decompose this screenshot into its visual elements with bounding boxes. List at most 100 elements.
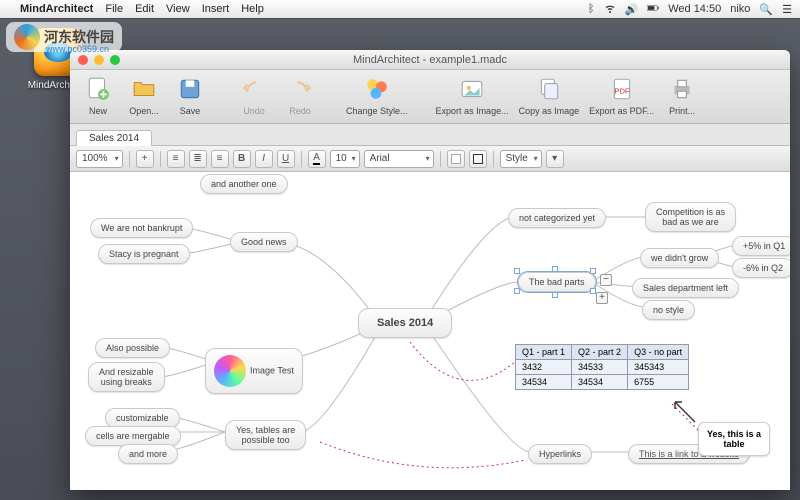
border-color-button[interactable] (469, 150, 487, 168)
node-mergable[interactable]: cells are mergable (85, 426, 181, 446)
node-q2-down[interactable]: -6% in Q2 (732, 258, 790, 278)
table-header[interactable]: Q1 - part 1 (516, 345, 572, 360)
node-cut-top[interactable]: and another one (200, 174, 288, 194)
table-cell[interactable]: 34533 (572, 360, 628, 375)
menubar-edit[interactable]: Edit (135, 3, 154, 15)
new-button-label: New (89, 106, 107, 116)
document-tab[interactable]: Sales 2014 (76, 130, 152, 146)
font-color-button[interactable]: A (308, 150, 326, 168)
redo-button[interactable]: Redo (282, 74, 318, 116)
style-combo[interactable]: Style (500, 150, 542, 168)
node-didnt-grow[interactable]: we didn't grow (640, 248, 719, 268)
app-window: MindArchitect - example1.madc New Open..… (70, 50, 790, 490)
wifi-icon[interactable] (604, 2, 616, 17)
window-titlebar[interactable]: MindArchitect - example1.madc (70, 50, 790, 70)
node-hyperlinks[interactable]: Hyperlinks (528, 444, 592, 464)
watermark-logo-icon (14, 24, 40, 50)
toolbar: New Open... Save Undo Redo Change Style.… (70, 70, 790, 124)
node-and-more[interactable]: and more (118, 444, 178, 464)
node-pregnant[interactable]: Stacy is pregnant (98, 244, 190, 264)
open-button-label: Open... (129, 106, 159, 116)
font-family-combo[interactable]: Arial (364, 150, 434, 168)
node-customizable[interactable]: customizable (105, 408, 180, 428)
battery-icon[interactable] (647, 2, 659, 17)
selection-handle[interactable] (552, 266, 558, 272)
selection-handle[interactable] (590, 268, 596, 274)
copy-image-button-label: Copy as Image (519, 106, 580, 116)
bluetooth-icon[interactable]: ᛒ (588, 3, 595, 15)
menubar-insert[interactable]: Insert (202, 3, 230, 15)
node-tables[interactable]: Yes, tables are possible too (225, 420, 306, 450)
menubar-file[interactable]: File (105, 3, 123, 15)
export-pdf-button[interactable]: PDF Export as PDF... (589, 74, 654, 116)
align-center-button[interactable]: ≣ (189, 150, 207, 168)
node-q1-up[interactable]: +5% in Q1 (732, 236, 790, 256)
selection-handle[interactable] (514, 288, 520, 294)
node-image-test[interactable]: Image Test (205, 348, 303, 394)
table-cell[interactable]: 3432 (516, 360, 572, 375)
table-cell[interactable]: 34534 (516, 375, 572, 390)
save-button[interactable]: Save (172, 74, 208, 116)
bold-button[interactable]: B (233, 150, 251, 168)
copy-image-button[interactable]: Copy as Image (519, 74, 580, 116)
table-cell[interactable]: 345343 (628, 360, 689, 375)
new-button[interactable]: New (80, 74, 116, 116)
change-style-button-label: Change Style... (346, 106, 408, 116)
add-node-button[interactable]: + (136, 150, 154, 168)
callout-table[interactable]: Yes, this is a table (698, 422, 770, 456)
menubar-clock[interactable]: Wed 14:50 (668, 3, 721, 15)
print-button[interactable]: Print... (664, 74, 700, 116)
change-style-button[interactable]: Change Style... (346, 74, 408, 116)
node-also-possible[interactable]: Also possible (95, 338, 170, 358)
style-dropdown-button[interactable]: ▾ (546, 150, 564, 168)
mindmap-table[interactable]: Q1 - part 1 Q2 - part 2 Q3 - no part 343… (515, 344, 689, 390)
open-button[interactable]: Open... (126, 74, 162, 116)
node-not-categorized[interactable]: not categorized yet (508, 208, 606, 228)
font-size-combo[interactable]: 10 (330, 150, 360, 168)
node-center[interactable]: Sales 2014 (358, 308, 452, 338)
align-right-button[interactable]: ≡ (211, 150, 229, 168)
export-image-button[interactable]: Export as Image... (436, 74, 509, 116)
menubar-app[interactable]: MindArchitect (20, 3, 93, 15)
align-left-button[interactable]: ≡ (167, 150, 185, 168)
selection-handle[interactable] (514, 268, 520, 274)
table-cell[interactable]: 6755 (628, 375, 689, 390)
node-competition[interactable]: Competition is as bad as we are (645, 202, 736, 232)
print-button-label: Print... (669, 106, 695, 116)
table-header[interactable]: Q3 - no part (628, 345, 689, 360)
tab-strip: Sales 2014 (70, 124, 790, 146)
collapse-toggle[interactable]: − (600, 274, 612, 286)
window-title: MindArchitect - example1.madc (70, 54, 790, 66)
menubar-help[interactable]: Help (241, 3, 264, 15)
menu-extras-icon[interactable]: ☰ (782, 3, 792, 16)
table-header[interactable]: Q2 - part 2 (572, 345, 628, 360)
node-no-style[interactable]: no style (642, 300, 695, 320)
node-sales-left[interactable]: Sales department left (632, 278, 739, 298)
format-bar: 100% + ≡ ≣ ≡ B I U A 10 Arial Style ▾ (70, 146, 790, 172)
zoom-combo[interactable]: 100% (76, 150, 123, 168)
node-not-bankrupt[interactable]: We are not bankrupt (90, 218, 193, 238)
node-resizable[interactable]: And resizable using breaks (88, 362, 165, 392)
volume-icon[interactable]: 🔊 (625, 3, 639, 16)
fill-color-button[interactable] (447, 150, 465, 168)
colorwheel-icon (214, 355, 246, 387)
node-good-news[interactable]: Good news (230, 232, 298, 252)
spotlight-icon[interactable]: 🔍 (759, 3, 773, 16)
node-bad-parts[interactable]: The bad parts (518, 272, 596, 292)
selection-handle[interactable] (552, 292, 558, 298)
menubar-user[interactable]: niko (730, 3, 750, 15)
export-pdf-button-label: Export as PDF... (589, 106, 654, 116)
menubar-view[interactable]: View (166, 3, 190, 15)
watermark-url: www.pc0359.cn (46, 44, 109, 54)
add-child-toggle[interactable]: + (596, 292, 608, 304)
italic-button[interactable]: I (255, 150, 273, 168)
node-image-test-label: Image Test (250, 365, 294, 375)
undo-button[interactable]: Undo (236, 74, 272, 116)
callout-arrow-icon (670, 397, 700, 427)
redo-button-label: Redo (289, 106, 311, 116)
table-cell[interactable]: 34534 (572, 375, 628, 390)
watermark-badge: 河东软件园 www.pc0359.cn (6, 22, 122, 52)
svg-text:PDF: PDF (614, 86, 630, 95)
underline-button[interactable]: U (277, 150, 295, 168)
mindmap-canvas[interactable]: and another one We are not bankrupt Stac… (70, 172, 790, 490)
